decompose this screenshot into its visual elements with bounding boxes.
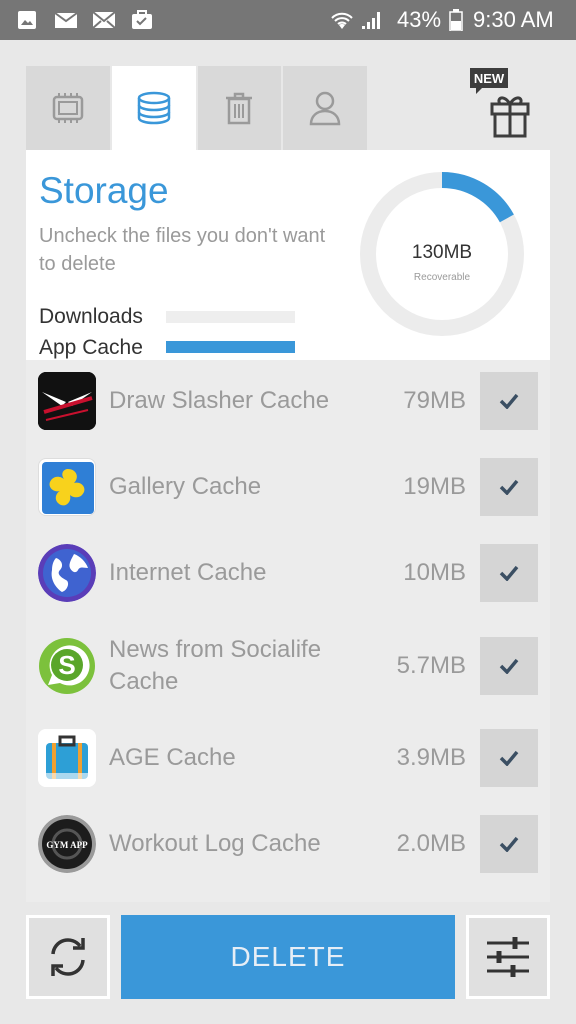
item-name: AGE Cache xyxy=(109,744,236,771)
list-item[interactable]: S News from Socialife Cache 5.7MB xyxy=(26,634,550,698)
storage-cleaner-app: NEW Storage Uncheck the files you don't … xyxy=(26,66,550,902)
legend-app-cache-swatch xyxy=(166,341,295,353)
internet-app-icon xyxy=(38,544,96,602)
age-app-icon xyxy=(38,729,96,787)
recoverable-label: Recoverable xyxy=(413,272,471,283)
tab-trash[interactable] xyxy=(197,66,282,150)
item-checkbox[interactable] xyxy=(480,544,538,602)
checkmark-icon xyxy=(499,836,519,852)
svg-text:S: S xyxy=(58,650,75,680)
item-name: Draw Slasher Cache xyxy=(109,387,330,414)
draw-slasher-app-icon xyxy=(38,372,96,430)
item-size: 2.0MB xyxy=(396,830,466,857)
item-size: 10MB xyxy=(403,559,466,586)
legend-downloads-label: Downloads xyxy=(39,305,143,328)
list-item[interactable]: Internet Cache 10MB xyxy=(26,544,550,602)
status-bar: 43% 9:30 AM xyxy=(0,0,576,40)
item-checkbox[interactable] xyxy=(480,372,538,430)
storage-summary: Storage Uncheck the files you don't want… xyxy=(26,150,550,360)
gym-app-icon: GYM APP xyxy=(38,815,96,873)
checkmark-icon xyxy=(499,479,519,495)
list-item[interactable]: Draw Slasher Cache 79MB xyxy=(26,372,550,430)
legend-downloads-swatch xyxy=(166,311,295,323)
battery-percent: 43% xyxy=(397,7,442,32)
refresh-icon xyxy=(51,938,85,976)
item-name: Workout Log Cache xyxy=(109,830,321,857)
checkmark-icon xyxy=(499,750,519,766)
checkmark-icon xyxy=(499,393,519,409)
page-title: Storage xyxy=(39,170,169,211)
list-item[interactable]: AGE Cache 3.9MB xyxy=(26,729,550,787)
checkmark-icon xyxy=(499,658,519,674)
tab-profile[interactable] xyxy=(283,66,367,150)
mail-icon xyxy=(54,12,78,28)
briefcase-icon xyxy=(132,10,152,29)
list-item[interactable]: GYM APP Workout Log Cache 2.0MB xyxy=(26,815,550,873)
gallery-icon xyxy=(18,11,36,29)
item-name: Internet Cache xyxy=(109,559,267,586)
settings-button[interactable] xyxy=(466,915,550,999)
socialife-app-icon: S xyxy=(38,637,96,695)
tab-bar xyxy=(26,66,369,150)
recoverable-size: 130MB xyxy=(411,242,473,263)
item-size: 5.7MB xyxy=(396,652,466,679)
item-name: News from Socialife Cache xyxy=(109,636,322,695)
gift-icon: NEW xyxy=(470,68,530,138)
gym-app-icon-text: GYM APP xyxy=(46,840,88,850)
legend-app-cache-label: App Cache xyxy=(39,336,143,359)
item-size: 79MB xyxy=(403,387,466,414)
cache-list: Draw Slasher Cache 79MB Gallery Cache 19… xyxy=(26,360,550,902)
checkmark-icon xyxy=(499,565,519,581)
trash-icon xyxy=(226,92,253,125)
email-icon xyxy=(92,11,116,29)
list-item[interactable]: Gallery Cache 19MB xyxy=(26,458,550,516)
delete-button[interactable]: DELETE xyxy=(121,915,455,999)
refresh-button[interactable] xyxy=(26,915,110,999)
item-size: 19MB xyxy=(403,473,466,500)
clock: 9:30 AM xyxy=(473,7,554,32)
item-checkbox[interactable] xyxy=(480,637,538,695)
tab-storage[interactable] xyxy=(111,66,196,150)
database-icon xyxy=(137,91,170,125)
sliders-icon xyxy=(487,937,529,977)
signal-icon xyxy=(362,12,380,29)
item-checkbox[interactable] xyxy=(480,815,538,873)
user-icon xyxy=(309,91,341,126)
wifi-icon xyxy=(331,12,353,29)
new-badge-text: NEW xyxy=(474,71,505,86)
item-checkbox[interactable] xyxy=(480,458,538,516)
tab-memory[interactable] xyxy=(26,66,110,150)
battery-icon xyxy=(449,9,463,31)
item-checkbox[interactable] xyxy=(480,729,538,787)
instructions: Uncheck the files you don't want to dele… xyxy=(39,225,326,275)
item-size: 3.9MB xyxy=(396,744,466,771)
new-gift-button[interactable]: NEW xyxy=(470,68,534,140)
gallery-app-icon xyxy=(38,458,96,516)
item-name: Gallery Cache xyxy=(109,473,262,500)
chip-icon xyxy=(52,93,84,123)
